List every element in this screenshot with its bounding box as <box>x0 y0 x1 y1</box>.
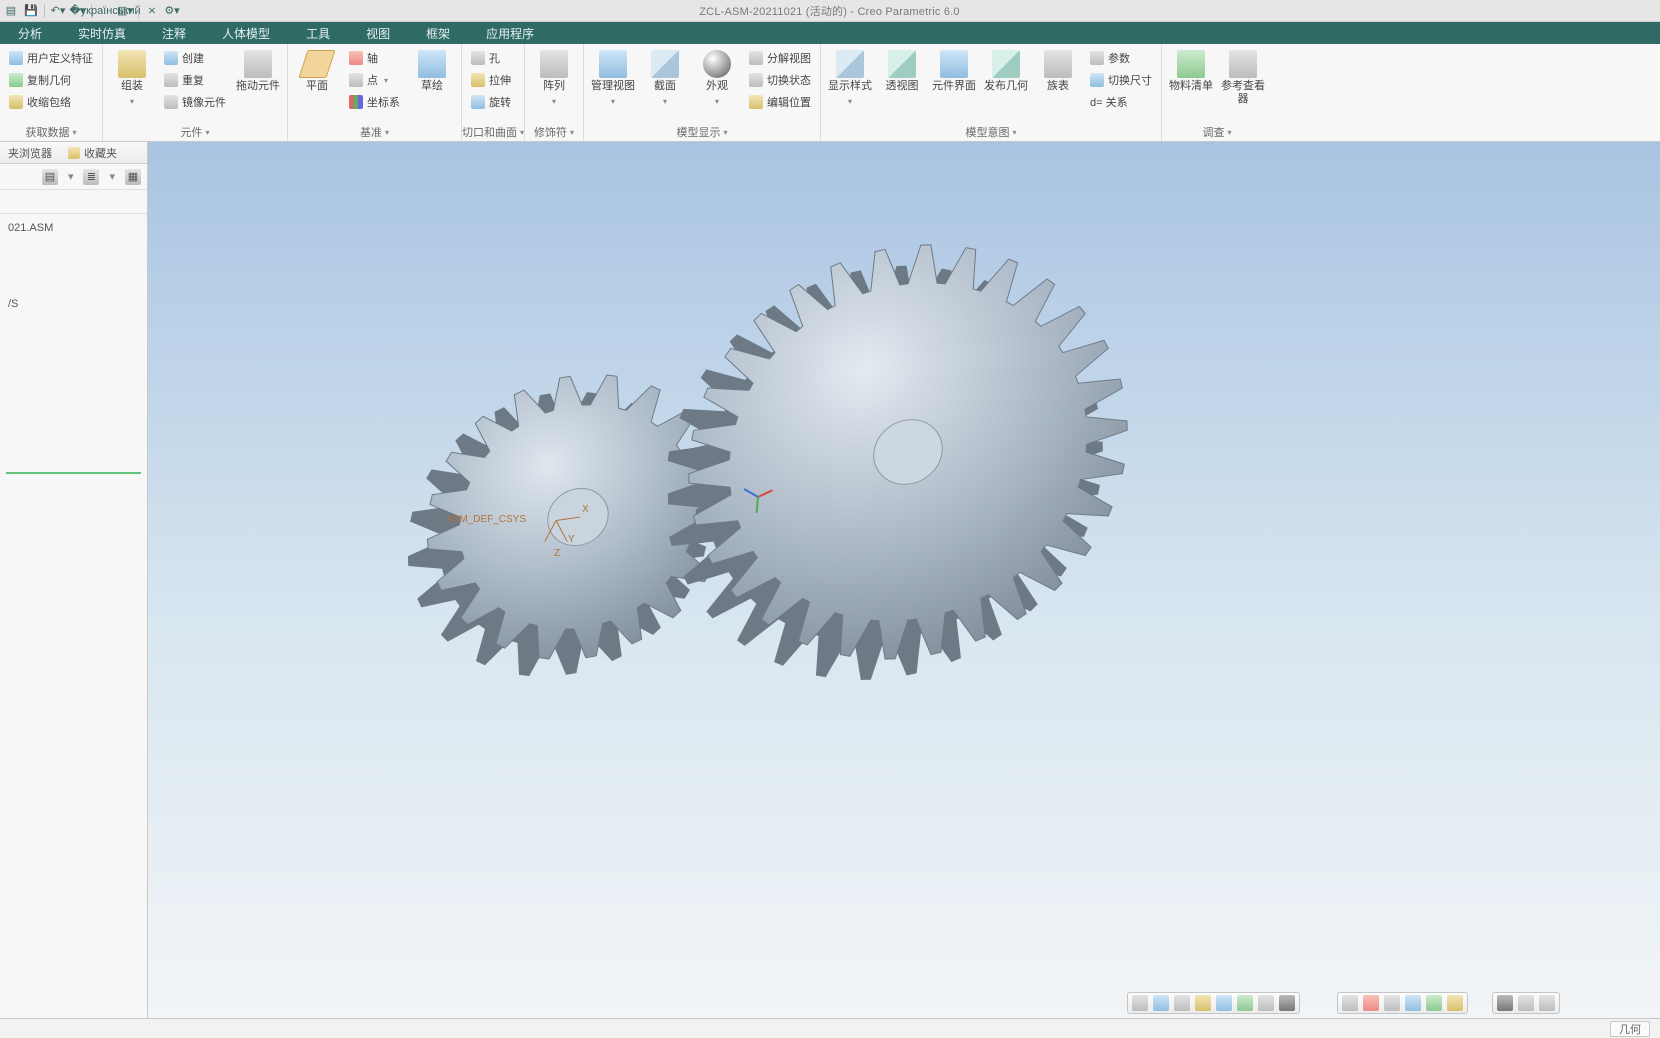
status-bar: 几何 <box>0 1018 1660 1038</box>
component-interface-button[interactable]: 元件界面 <box>931 48 977 93</box>
tab-apps[interactable]: 应用程序 <box>468 22 552 44</box>
group-modifier: 阵列 修饰符 <box>525 44 584 141</box>
floatbar-3 <box>1492 992 1560 1014</box>
tab-view[interactable]: 视图 <box>348 22 408 44</box>
parameter-button[interactable]: 参数 <box>1087 48 1155 68</box>
shrinkwrap-button[interactable]: 收缩包络 <box>6 92 96 112</box>
tree-search-input[interactable] <box>4 196 146 208</box>
selection-filter[interactable]: 几何 <box>1610 1021 1650 1037</box>
tab-tools[interactable]: 工具 <box>288 22 348 44</box>
copy-geometry-button[interactable]: 复制几何 <box>6 70 96 90</box>
fb-annot-icon[interactable] <box>1426 995 1442 1011</box>
model-tree-panel: 夹浏览器 收藏夹 ▤ ▾ ≣ ▾ ▦ × 🔍 + 021.ASM /S <box>0 142 148 1018</box>
tab-annotate[interactable]: 注释 <box>144 22 204 44</box>
fb-rotate-icon[interactable] <box>1195 995 1211 1011</box>
group-datum: 平面 轴 点 坐标系 草绘 基准 <box>288 44 462 141</box>
group-cut-surface: 孔 拉伸 旋转 切口和曲面 <box>462 44 525 141</box>
menubar: 分析 实时仿真 注释 人体模型 工具 视图 框架 应用程序 <box>0 22 1660 44</box>
qa-settings-icon[interactable]: ⚙▾ <box>165 4 179 18</box>
floatbar-2 <box>1337 992 1468 1014</box>
qa-undo-icon[interactable]: ↶▾ <box>51 4 65 18</box>
model-tree[interactable]: 021.ASM /S <box>0 214 147 1018</box>
tree-accent <box>6 472 141 474</box>
csys-button[interactable]: 坐标系 <box>346 92 403 112</box>
assemble-button[interactable]: 组装 <box>109 48 155 107</box>
pattern-button[interactable]: 阵列 <box>531 48 577 107</box>
fb-saved-icon[interactable] <box>1216 995 1232 1011</box>
plane-button[interactable]: 平面 <box>294 48 340 93</box>
floatbar-1 <box>1127 992 1300 1014</box>
relation-button[interactable]: d= 关系 <box>1087 92 1155 112</box>
create-button[interactable]: 创建 <box>161 48 229 68</box>
edit-position-button[interactable]: 编辑位置 <box>746 92 814 112</box>
fb-datum-point-icon[interactable] <box>1384 995 1400 1011</box>
qa-regen-icon[interactable]: �український <box>98 4 112 18</box>
window-title: ZCL-ASM-20211021 (活动的) - Creo Parametric… <box>179 3 1480 19</box>
switch-size-button[interactable]: 切换尺寸 <box>1087 70 1155 90</box>
tab-framework[interactable]: 框架 <box>408 22 468 44</box>
revolve-button[interactable]: 旋转 <box>468 92 514 112</box>
workspace: 夹浏览器 收藏夹 ▤ ▾ ≣ ▾ ▦ × 🔍 + 021.ASM /S <box>0 142 1660 1018</box>
ribbon: 用户定义特征 复制几何 收缩包络 获取数据 组装 创建 重复 镜像元件 拖动元件… <box>0 44 1660 142</box>
user-def-feature-button[interactable]: 用户定义特征 <box>6 48 96 68</box>
group-investigate: 物料清单 参考查看器 调查 <box>1162 44 1272 141</box>
fb-datum-plane-icon[interactable] <box>1342 995 1358 1011</box>
tab-folder-browser[interactable]: 夹浏览器 <box>0 142 60 163</box>
extrude-button[interactable]: 拉伸 <box>468 70 514 90</box>
tree-root[interactable]: 021.ASM <box>6 220 141 236</box>
point-button[interactable]: 点 <box>346 70 403 90</box>
drag-component-button[interactable]: 拖动元件 <box>235 48 281 93</box>
display-style-button[interactable]: 显示样式 <box>827 48 873 107</box>
3d-viewport[interactable]: ASM_DEF_CSYS X Y Z <box>148 142 1660 1018</box>
title-bar: ▤ 💾 ↶▾ ↷▾ �український ▥▾ ⨯ ⚙▾ ZCL-ASM-2… <box>0 0 1660 22</box>
tab-manikin[interactable]: 人体模型 <box>204 22 288 44</box>
fb-refit-icon[interactable] <box>1132 995 1148 1011</box>
manage-views-button[interactable]: 管理视图 <box>590 48 636 107</box>
fb-persp-icon[interactable] <box>1258 995 1274 1011</box>
fb-render-icon[interactable] <box>1279 995 1295 1011</box>
qa-open-icon[interactable]: ▤ <box>4 4 18 18</box>
quick-access: ▤ 💾 ↶▾ ↷▾ �український ▥▾ ⨯ ⚙▾ <box>0 4 179 18</box>
group-model-display: 管理视图 截面 外观 分解视图 切换状态 编辑位置 模型显示 <box>584 44 821 141</box>
family-table-button[interactable]: 族表 <box>1035 48 1081 93</box>
tree-settings-icon[interactable]: ≣ <box>83 169 99 185</box>
fb-pan-icon[interactable] <box>1174 995 1190 1011</box>
qa-windows-icon[interactable]: ▥▾ <box>118 4 132 18</box>
fb-datum-csys-icon[interactable] <box>1405 995 1421 1011</box>
fb-select-icon[interactable] <box>1518 995 1534 1011</box>
bom-button[interactable]: 物料清单 <box>1168 48 1214 93</box>
explode-view-button[interactable]: 分解视图 <box>746 48 814 68</box>
ref-viewer-button[interactable]: 参考查看器 <box>1220 48 1266 105</box>
qa-close-icon[interactable]: ⨯ <box>145 4 159 18</box>
gear-large[interactable] <box>668 192 1148 712</box>
section-button[interactable]: 截面 <box>642 48 688 107</box>
group-component: 组装 创建 重复 镜像元件 拖动元件 元件 <box>103 44 288 141</box>
toggle-state-button[interactable]: 切换状态 <box>746 70 814 90</box>
fb-find-icon[interactable] <box>1497 995 1513 1011</box>
fb-zoom-icon[interactable] <box>1153 995 1169 1011</box>
group-get-data: 用户定义特征 复制几何 收缩包络 获取数据 <box>0 44 103 141</box>
perspective-view-button[interactable]: 透视图 <box>879 48 925 93</box>
fb-datum-axis-icon[interactable] <box>1363 995 1379 1011</box>
axis-button[interactable]: 轴 <box>346 48 403 68</box>
mirror-component-button[interactable]: 镜像元件 <box>161 92 229 112</box>
tab-simulate[interactable]: 实时仿真 <box>60 22 144 44</box>
sketch-button[interactable]: 草绘 <box>409 48 455 93</box>
tab-analysis[interactable]: 分析 <box>0 22 60 44</box>
appearance-button[interactable]: 外观 <box>694 48 740 107</box>
publish-geometry-button[interactable]: 发布几何 <box>983 48 1029 93</box>
tree-show-icon[interactable]: ▦ <box>125 169 141 185</box>
tree-filter-icon[interactable]: ▤ <box>42 169 58 185</box>
fb-filter-icon[interactable] <box>1539 995 1555 1011</box>
qa-save-icon[interactable]: 💾 <box>24 4 38 18</box>
tree-child[interactable]: /S <box>6 296 141 312</box>
fb-spin-icon[interactable] <box>1447 995 1463 1011</box>
tab-favorites[interactable]: 收藏夹 <box>60 142 125 163</box>
group-model-intent: 显示样式 透视图 元件界面 发布几何 族表 参数 切换尺寸 d= 关系 模型意图 <box>821 44 1162 141</box>
hole-button[interactable]: 孔 <box>468 48 514 68</box>
fb-style-icon[interactable] <box>1237 995 1253 1011</box>
repeat-button[interactable]: 重复 <box>161 70 229 90</box>
